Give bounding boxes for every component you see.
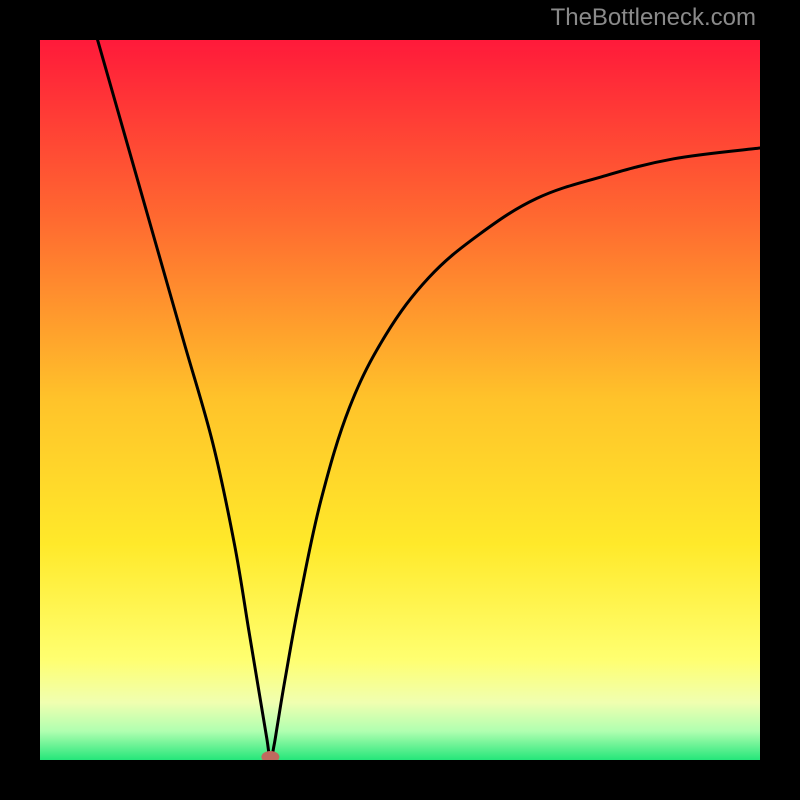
minimum-marker: [261, 751, 279, 760]
plot-area: [40, 40, 760, 760]
watermark-text: TheBottleneck.com: [551, 4, 756, 32]
chart-frame: TheBottleneck.com: [0, 0, 800, 800]
curve-layer: [40, 40, 760, 760]
bottleneck-curve: [98, 40, 760, 760]
